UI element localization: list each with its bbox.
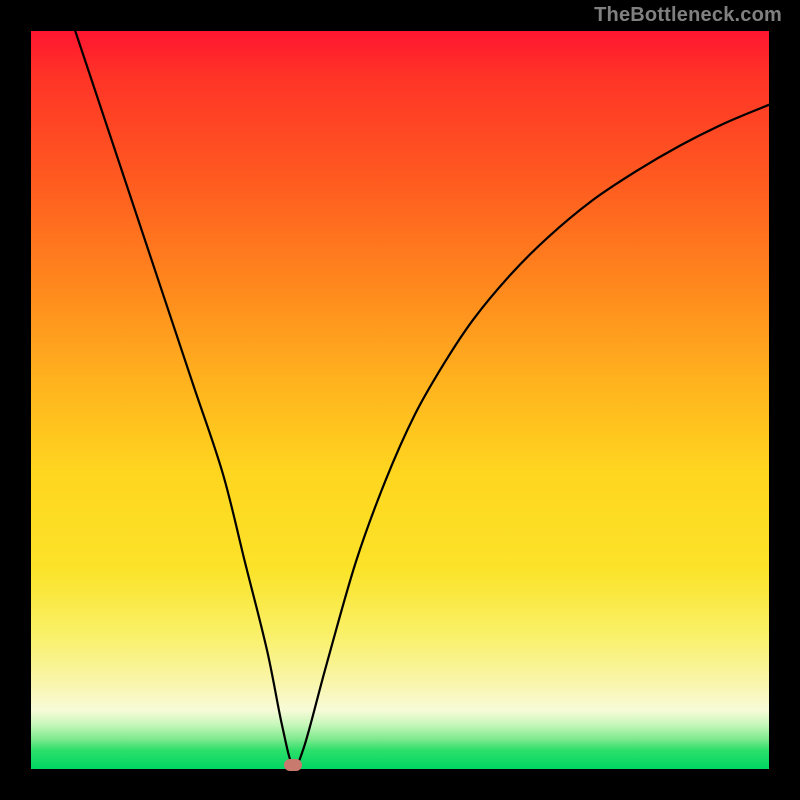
chart-frame: TheBottleneck.com — [0, 0, 800, 800]
bottleneck-curve — [31, 31, 769, 769]
plot-area — [31, 31, 769, 769]
minimum-marker — [284, 759, 302, 771]
watermark-label: TheBottleneck.com — [594, 4, 782, 27]
